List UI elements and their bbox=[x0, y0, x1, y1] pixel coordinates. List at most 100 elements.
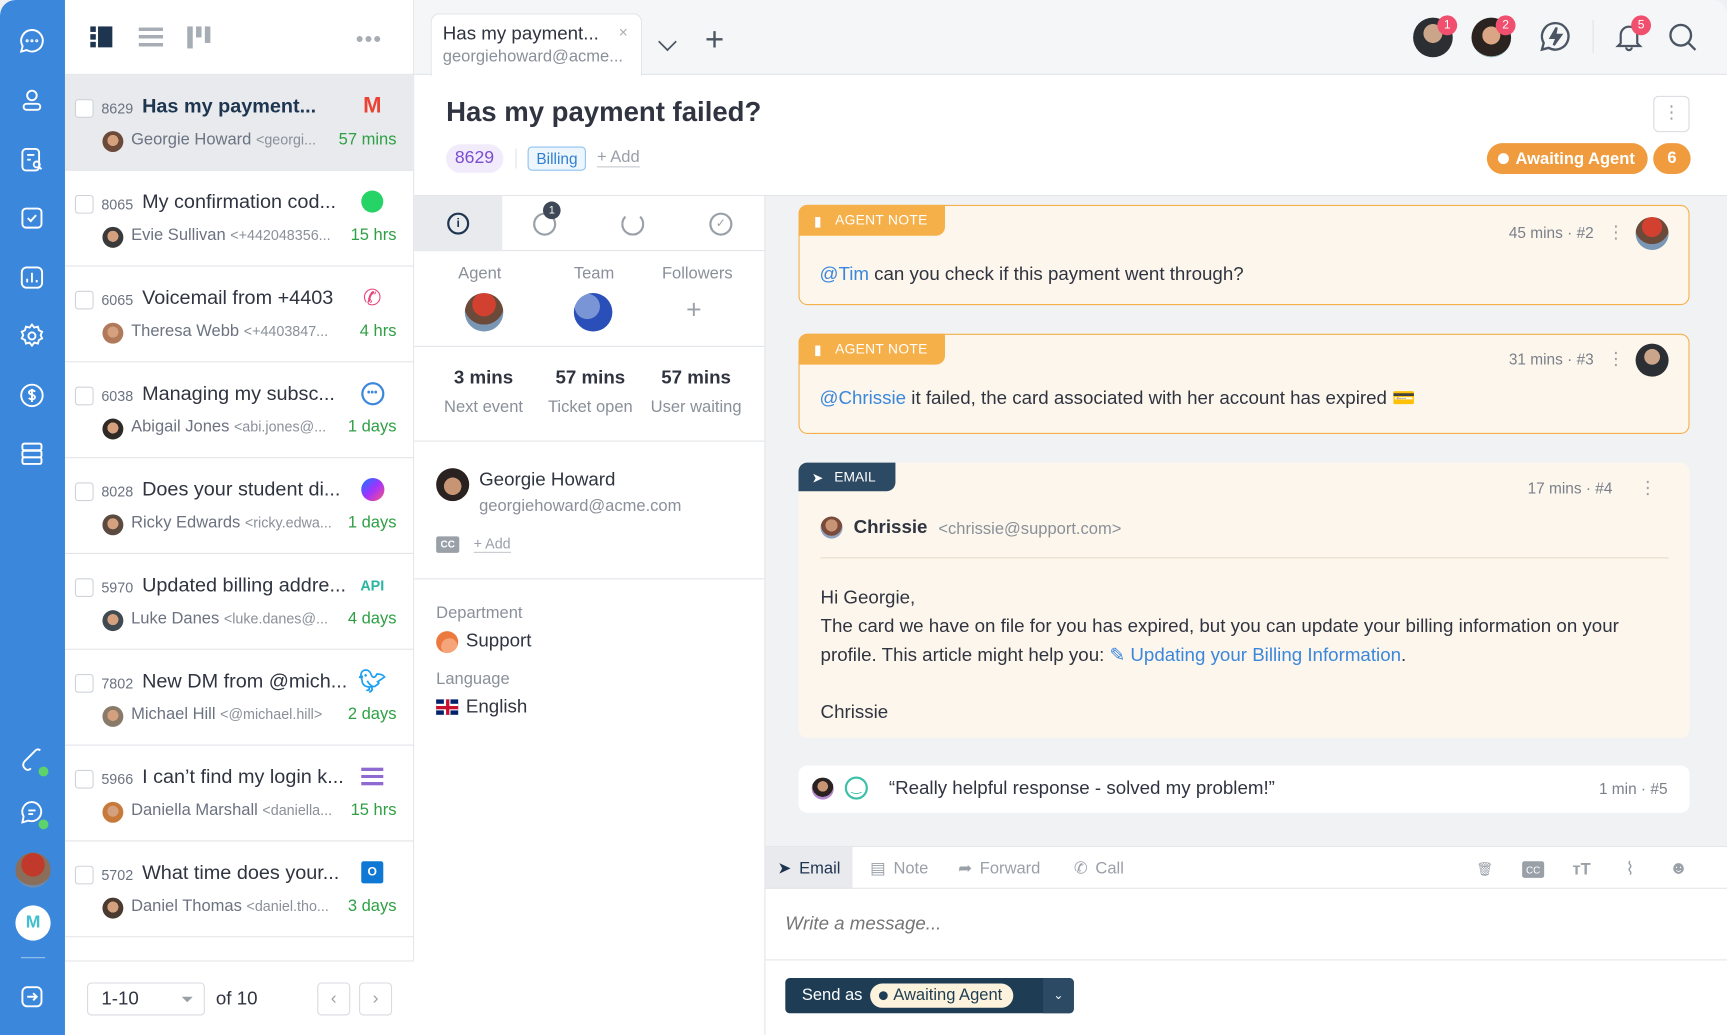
tab-ticket-8629[interactable]: Has my payment... georgiehoward@acme... … bbox=[430, 13, 643, 76]
new-tab-icon[interactable]: + bbox=[705, 24, 724, 57]
board-view-icon[interactable] bbox=[187, 26, 211, 49]
ticket-id: 5970 bbox=[101, 579, 134, 596]
message-time: 17 mins bbox=[1527, 479, 1582, 497]
text-format-icon[interactable]: тT bbox=[1571, 858, 1593, 880]
row-checkbox[interactable] bbox=[74, 482, 94, 502]
database-icon[interactable] bbox=[15, 437, 48, 470]
search-icon[interactable] bbox=[1665, 20, 1700, 55]
add-tag-button[interactable]: + Add bbox=[596, 148, 640, 168]
message-number: #4 bbox=[1595, 479, 1613, 497]
close-tab-icon[interactable]: × bbox=[619, 23, 628, 41]
mention-link[interactable]: @Chrissie bbox=[819, 388, 906, 409]
row-checkbox[interactable] bbox=[74, 674, 94, 693]
ticket-row[interactable]: 7802 New DM from @mich... 🐦︎ Michael Hil… bbox=[64, 650, 415, 746]
agent-avatar[interactable] bbox=[464, 292, 504, 332]
composer-tab-note[interactable]: ▤ Note bbox=[870, 847, 928, 889]
ticket-row[interactable]: 8065 My confirmation cod... Evie Sulliva… bbox=[64, 171, 415, 267]
split-view-icon[interactable] bbox=[90, 26, 113, 48]
emoji-icon[interactable]: ☻ bbox=[1668, 858, 1690, 880]
ticket-row[interactable]: 5966 I can’t find my login k... Daniella… bbox=[64, 746, 415, 842]
ticket-id: 7802 bbox=[101, 675, 134, 692]
search-tickets-icon[interactable] bbox=[15, 143, 48, 176]
add-cc-button[interactable]: + Add bbox=[473, 535, 511, 553]
row-checkbox[interactable] bbox=[74, 290, 94, 310]
composer-tab-email[interactable]: ➤ Email bbox=[765, 846, 853, 889]
row-checkbox[interactable] bbox=[74, 194, 94, 214]
caret-down-icon bbox=[181, 996, 193, 1008]
clock-icon bbox=[878, 991, 888, 1001]
tag-billing[interactable]: Billing bbox=[527, 146, 587, 171]
ticket-row[interactable]: 8629 Has my payment... M Georgie Howard … bbox=[64, 74, 415, 171]
followers-label: Followers bbox=[661, 264, 733, 284]
row-checkbox[interactable] bbox=[74, 578, 94, 597]
language-value[interactable]: English bbox=[466, 696, 527, 718]
message-menu-icon[interactable]: ⋮ bbox=[1607, 221, 1625, 243]
ticket-row[interactable]: 5970 Updated billing addre... API Luke D… bbox=[64, 554, 415, 650]
divider bbox=[820, 557, 1669, 559]
contact-avatar bbox=[436, 468, 470, 502]
quick-actions-icon[interactable] bbox=[1538, 19, 1573, 54]
customer-info: Daniella Marshall <daniella... bbox=[131, 801, 332, 820]
customer-contact: <daniella... bbox=[262, 801, 333, 819]
divider bbox=[414, 345, 766, 347]
composer-tab-forward[interactable]: ➦ Forward bbox=[958, 847, 1040, 889]
note-text: it failed, the card associated with her … bbox=[906, 387, 1416, 409]
author-avatar bbox=[1635, 343, 1669, 377]
chevron-down-icon[interactable] bbox=[658, 32, 677, 52]
logout-icon[interactable] bbox=[15, 980, 48, 1013]
ticket-row[interactable]: 5702 What time does your... O Daniel Tho… bbox=[64, 841, 415, 938]
ticket-row[interactable]: 8028 Does your student di... Ricky Edwar… bbox=[64, 458, 415, 555]
contact-name[interactable]: Georgie Howard bbox=[479, 469, 615, 491]
user-avatar[interactable] bbox=[15, 852, 51, 888]
nav-divider bbox=[20, 957, 46, 959]
message-count-badge: 6 bbox=[1653, 143, 1691, 175]
prev-page-button[interactable]: ‹ bbox=[317, 982, 351, 1016]
send-options-dropdown[interactable]: ⌄ bbox=[1043, 978, 1074, 1014]
language-label: Language bbox=[436, 669, 510, 689]
cc-icon: CC bbox=[436, 536, 460, 553]
row-checkbox[interactable] bbox=[74, 99, 94, 118]
phone-status-icon[interactable] bbox=[15, 743, 49, 777]
customer-info: Abigail Jones <abi.jones@... bbox=[131, 417, 326, 436]
message-number: #5 bbox=[1650, 779, 1668, 798]
ticket-row[interactable]: 6038 Managing my subsc... ••• Abigail Jo… bbox=[64, 362, 415, 459]
settings-icon[interactable] bbox=[15, 319, 48, 352]
row-checkbox[interactable] bbox=[74, 865, 94, 885]
customer-contact: <@michael.hill> bbox=[220, 705, 323, 723]
customer-avatar bbox=[102, 801, 124, 823]
history-tab-icon[interactable] bbox=[621, 212, 645, 236]
delete-icon[interactable]: 🗑 bbox=[1474, 858, 1496, 880]
next-page-button[interactable]: › bbox=[359, 982, 393, 1016]
row-checkbox[interactable] bbox=[74, 769, 94, 789]
row-checkbox[interactable] bbox=[74, 386, 94, 406]
chat-status-icon[interactable] bbox=[15, 796, 49, 830]
attachment-icon[interactable]: ⌇ bbox=[1619, 858, 1641, 880]
message-menu-icon[interactable]: ⋮ bbox=[1607, 348, 1625, 370]
contacts-icon[interactable] bbox=[15, 84, 48, 117]
ticket-row[interactable]: 6065 Voicemail from +4403 ✆ Theresa Webb… bbox=[64, 267, 415, 363]
reports-icon[interactable] bbox=[15, 261, 48, 294]
more-options-icon[interactable]: ••• bbox=[356, 28, 382, 53]
mention-link[interactable]: @Tim bbox=[819, 263, 869, 284]
page-range-select[interactable]: 1-10 bbox=[87, 982, 205, 1016]
message-input[interactable] bbox=[765, 888, 1727, 960]
resolve-tab-icon[interactable]: ✓ bbox=[709, 212, 733, 236]
tasks-icon[interactable] bbox=[15, 202, 48, 235]
status-badge[interactable]: Awaiting Agent bbox=[1486, 143, 1649, 175]
composer-tab-call[interactable]: ✆ Call bbox=[1074, 847, 1124, 889]
send-button[interactable]: Send as Awaiting Agent ⌄ bbox=[785, 978, 1074, 1014]
add-follower-button[interactable]: + bbox=[686, 295, 701, 326]
article-link[interactable]: Updating your Billing Information bbox=[1130, 644, 1401, 665]
cc-icon[interactable]: CC bbox=[1522, 861, 1545, 878]
app-logo[interactable]: M bbox=[15, 905, 51, 941]
chat-icon[interactable] bbox=[15, 24, 48, 57]
customer-avatar bbox=[102, 418, 124, 440]
info-tab[interactable]: i bbox=[414, 196, 503, 252]
team-avatar[interactable] bbox=[573, 292, 613, 332]
department-value[interactable]: Support bbox=[466, 630, 532, 652]
forward-icon: ➦ bbox=[958, 859, 973, 878]
billing-icon[interactable] bbox=[15, 379, 48, 412]
list-view-icon[interactable] bbox=[138, 27, 164, 48]
ticket-menu-button[interactable]: ⋮ bbox=[1653, 95, 1690, 133]
message-menu-icon[interactable]: ⋮ bbox=[1639, 477, 1657, 499]
